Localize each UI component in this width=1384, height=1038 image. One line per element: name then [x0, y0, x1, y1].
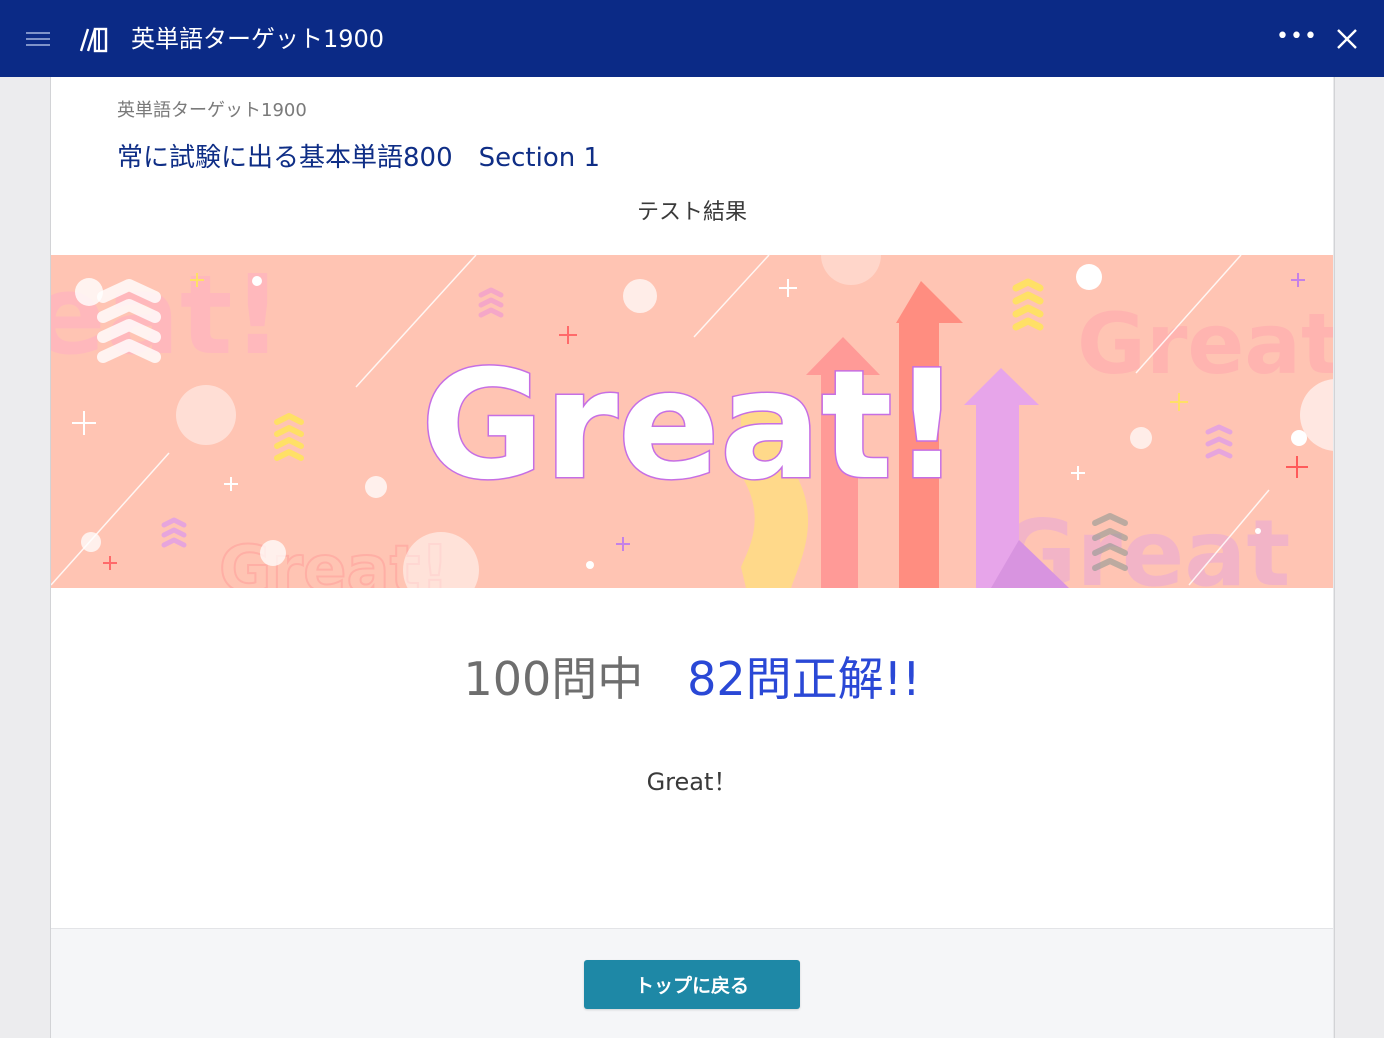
total-questions-text: 100問中	[463, 652, 644, 706]
title-bar: 英単語ターゲット1900 •••	[0, 0, 1384, 77]
great-banner: eat! Great Great Great! Great!	[51, 255, 1333, 588]
banner-headline: Great!	[421, 339, 961, 513]
banner-illustration: eat! Great Great Great! Great!	[51, 255, 1333, 588]
back-to-top-button[interactable]: トップに戻る	[584, 960, 800, 1009]
breadcrumb: 英単語ターゲット1900	[117, 100, 307, 121]
app-title: 英単語ターゲット1900	[131, 25, 385, 53]
left-margin	[0, 77, 51, 1038]
footer-bar: トップに戻る	[51, 928, 1333, 1038]
book-logo-icon	[79, 27, 108, 53]
banner-bg-word-2: Great	[1077, 295, 1333, 393]
correct-answers-text: 82問正解!!	[687, 652, 921, 706]
close-icon[interactable]	[1330, 22, 1364, 56]
score-summary: 100問中 82問正解!!	[51, 650, 1333, 708]
hamburger-menu-icon[interactable]	[22, 26, 54, 52]
result-message: Great！	[646, 768, 738, 796]
banner-bg-word-1: eat!	[51, 255, 283, 379]
result-card: 英単語ターゲット1900 常に試験に出る基本単語800 Section 1 テス…	[51, 77, 1333, 1038]
section-title: 常に試験に出る基本単語800 Section 1	[117, 143, 601, 173]
more-options-icon[interactable]: •••	[1276, 24, 1317, 54]
right-margin	[1334, 77, 1384, 1038]
page-heading: テスト結果	[636, 200, 747, 225]
